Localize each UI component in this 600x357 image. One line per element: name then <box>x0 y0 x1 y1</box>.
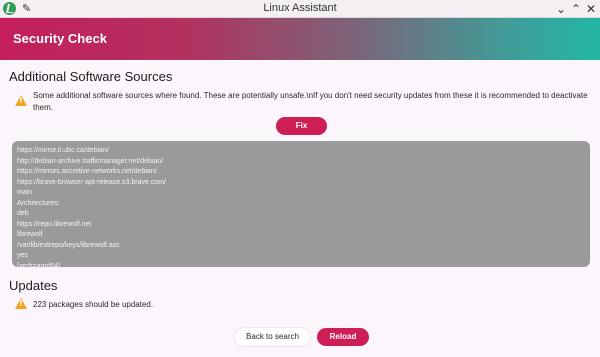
source-line: librewolf <box>17 231 43 238</box>
updates-section-title: Updates <box>9 278 58 293</box>
source-line: main <box>17 189 33 196</box>
source-line: https://brave-browser-apt-release.s3.bra… <box>17 178 167 186</box>
sources-list-box[interactable]: https://mirror.it.ubc.ca/debian/http://d… <box>12 141 590 270</box>
source-line: https://mirror.it.ubc.ca/debian/ <box>17 147 109 154</box>
source-line: https://repo.librewolf.net <box>17 220 92 228</box>
source-line: [arch=amd64] <box>17 262 60 270</box>
warning-icon <box>15 95 27 106</box>
sources-section-title: Additional Software Sources <box>9 69 173 84</box>
source-line: /var/lib/extrepo/keys/librewolf.asc <box>17 241 120 249</box>
source-line: https://mirrors.accretive-networks.net/d… <box>17 168 157 175</box>
maximize-icon[interactable]: ⌃ <box>568 1 584 17</box>
minimize-icon[interactable]: ⌄ <box>553 1 569 17</box>
source-line: Architectures: <box>17 199 60 207</box>
window-titlebar: ✎ Linux Assistant ⌄ ⌃ ✕ <box>0 0 600 18</box>
source-line: yes <box>17 252 28 259</box>
back-to-search-button[interactable]: Back to search <box>235 328 310 346</box>
source-line: deb <box>17 210 29 217</box>
reload-button[interactable]: Reload <box>317 328 369 346</box>
header-banner: Security Check <box>0 18 600 60</box>
sources-warning-message: Some additional software sources where f… <box>33 91 588 112</box>
warning-icon <box>15 298 27 309</box>
page-title: Security Check <box>13 31 107 46</box>
fix-button[interactable]: Fix <box>276 117 327 135</box>
source-line: http://debian-archive.trafficmanager.net… <box>17 157 164 165</box>
updates-message: 223 packages should be updated. <box>33 300 154 309</box>
close-icon[interactable]: ✕ <box>583 1 599 17</box>
window-title: Linux Assistant <box>263 2 337 14</box>
